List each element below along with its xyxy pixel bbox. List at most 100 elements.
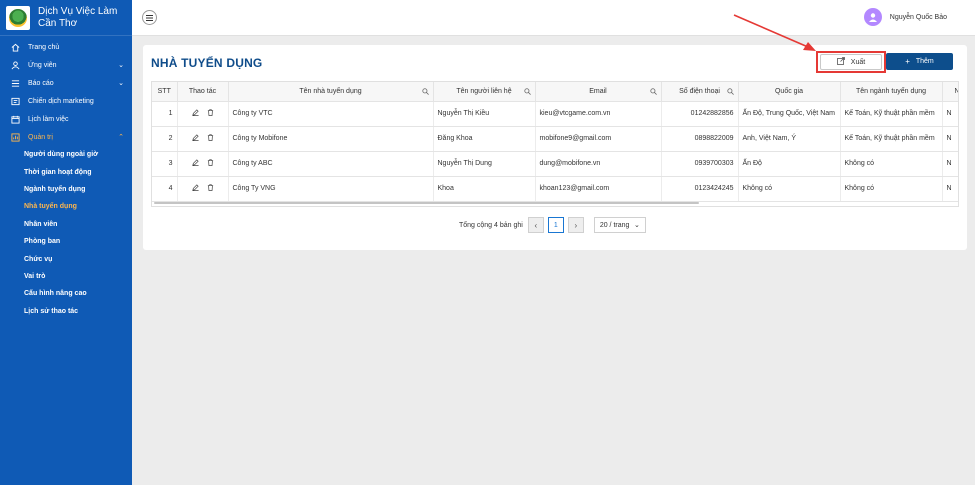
sidebar-sub-advanced-config[interactable]: Cấu hình nâng cao bbox=[0, 285, 132, 302]
cell-stt: 3 bbox=[152, 151, 178, 177]
sidebar-sub-departments[interactable]: Phòng ban bbox=[0, 233, 132, 250]
prev-page-button[interactable]: ‹ bbox=[527, 217, 544, 233]
sidebar-sub-staff[interactable]: Nhân viên bbox=[0, 216, 132, 233]
add-button[interactable]: + Thêm bbox=[886, 53, 953, 70]
col-header-country: Quốc gia bbox=[738, 82, 841, 102]
cell-email: kieu@vtcgame.com.vn bbox=[535, 101, 662, 127]
cell-contact-name: Khoa bbox=[433, 176, 536, 202]
cell-contact-name: Đăng Khoa bbox=[433, 126, 536, 152]
cell-country: Ấn Độ, Trung Quốc, Việt Nam bbox=[738, 101, 841, 127]
cell-country: Không có bbox=[738, 176, 841, 202]
col-header-contact-name[interactable]: Tên người liên hệ bbox=[433, 82, 536, 102]
col-header-industry: Tên ngành tuyển dụng bbox=[840, 82, 943, 102]
col-header-email[interactable]: Email bbox=[535, 82, 662, 102]
cell-stt: 2 bbox=[152, 126, 178, 152]
edit-icon[interactable] bbox=[191, 109, 199, 116]
pagination: Tổng cộng 4 bản ghi ‹ 1 › 20 / trang ⌄ bbox=[459, 217, 646, 233]
calendar-icon bbox=[10, 115, 20, 124]
chevron-down-icon: ⌄ bbox=[118, 62, 124, 69]
cell-country: Ấn Độ bbox=[738, 151, 841, 177]
sidebar-item-reports[interactable]: Báo cáo ⌄ bbox=[0, 74, 132, 92]
edit-icon[interactable] bbox=[191, 184, 199, 191]
cell-extra: N bbox=[942, 151, 958, 177]
cell-industry: Không có bbox=[840, 151, 943, 177]
cell-email: mobifone9@gmail.com bbox=[535, 126, 662, 152]
sidebar-sub-active-time[interactable]: Thời gian hoạt động bbox=[0, 163, 132, 180]
col-header-phone[interactable]: Số điện thoại bbox=[661, 82, 739, 102]
delete-icon[interactable] bbox=[207, 184, 214, 191]
chevron-up-icon: ⌃ bbox=[118, 134, 124, 141]
top-header: Nguyễn Quốc Bảo bbox=[132, 0, 975, 36]
logo bbox=[6, 5, 30, 30]
sidebar-sub-industries[interactable]: Ngành tuyển dụng bbox=[0, 181, 132, 198]
sidebar-item-candidates[interactable]: Ứng viên ⌄ bbox=[0, 56, 132, 74]
brand[interactable]: Dịch Vụ Việc Làm Cần Thơ bbox=[0, 0, 132, 36]
cell-extra: N bbox=[942, 126, 958, 152]
chevron-down-icon: ⌄ bbox=[118, 80, 124, 87]
plus-icon: + bbox=[905, 57, 910, 66]
cell-extra: N bbox=[942, 176, 958, 202]
cell-industry: Không có bbox=[840, 176, 943, 202]
search-icon bbox=[523, 88, 531, 95]
chevron-left-icon: ‹ bbox=[534, 220, 538, 230]
cell-contact-name: Nguyễn Thị Dung bbox=[433, 151, 536, 177]
table-row: 4 Công Ty VNG Khoa khoan123@gmail.com 01… bbox=[152, 176, 958, 202]
cell-employer-name: Công ty VTC bbox=[228, 101, 434, 127]
sidebar-item-home[interactable]: Trang chủ bbox=[0, 38, 132, 56]
list-icon bbox=[10, 79, 20, 88]
edit-icon[interactable] bbox=[191, 134, 199, 141]
table-header-row: STT Thao tác Tên nhà tuyển dụng Tên ngườ… bbox=[152, 82, 958, 102]
user-name: Nguyễn Quốc Bảo bbox=[889, 13, 947, 21]
sidebar: Dịch Vụ Việc Làm Cần Thơ Trang chủ Ứng v… bbox=[0, 0, 132, 485]
cell-contact-name: Nguyễn Thị Kiều bbox=[433, 101, 536, 127]
table-row: 3 Công ty ABC Nguyễn Thị Dung dung@mobif… bbox=[152, 151, 958, 177]
edit-icon[interactable] bbox=[191, 159, 199, 166]
cell-email: dung@mobifone.vn bbox=[535, 151, 662, 177]
next-page-button[interactable]: › bbox=[567, 217, 584, 233]
page-size-select[interactable]: 20 / trang ⌄ bbox=[593, 217, 646, 233]
export-button[interactable]: Xuất bbox=[820, 54, 882, 70]
sidebar-item-marketing[interactable]: Chiến dịch marketing bbox=[0, 92, 132, 110]
user-menu[interactable]: Nguyễn Quốc Bảo bbox=[863, 8, 947, 26]
col-header-stt: STT bbox=[152, 82, 178, 102]
home-icon bbox=[10, 43, 20, 52]
menu-toggle-icon[interactable] bbox=[142, 10, 157, 25]
sidebar-sub-positions[interactable]: Chức vụ bbox=[0, 250, 132, 267]
search-icon bbox=[421, 88, 429, 95]
delete-icon[interactable] bbox=[207, 109, 214, 116]
chevron-down-icon: ⌄ bbox=[633, 222, 640, 229]
sidebar-sub-overtime-users[interactable]: Người dùng ngoài giờ bbox=[0, 146, 132, 163]
sidebar-menu: Trang chủ Ứng viên ⌄ Báo cáo ⌄ Chiến dịc… bbox=[0, 36, 132, 320]
cell-country: Anh, Việt Nam, Ý bbox=[738, 126, 841, 152]
brand-line2: Cần Thơ bbox=[38, 17, 78, 29]
sidebar-sub-activity-log[interactable]: Lịch sử thao tác bbox=[0, 303, 132, 320]
col-header-actions: Thao tác bbox=[177, 82, 229, 102]
cell-employer-name: Công ty ABC bbox=[228, 151, 434, 177]
content-card: NHÀ TUYỂN DỤNG Xuất + Thêm STT Thao tác … bbox=[143, 45, 967, 250]
delete-icon[interactable] bbox=[207, 134, 214, 141]
cell-stt: 1 bbox=[152, 101, 178, 127]
cell-employer-name: Công Ty VNG bbox=[228, 176, 434, 202]
sidebar-sub-employers[interactable]: Nhà tuyển dụng bbox=[0, 198, 132, 215]
sidebar-item-admin[interactable]: Quản trị ⌃ bbox=[0, 128, 132, 146]
search-icon bbox=[649, 88, 657, 95]
sidebar-item-schedule[interactable]: Lịch làm việc bbox=[0, 110, 132, 128]
col-header-employer-name[interactable]: Tên nhà tuyển dụng bbox=[228, 82, 434, 102]
avatar bbox=[863, 8, 882, 26]
horizontal-scrollbar[interactable] bbox=[154, 202, 699, 204]
chevron-right-icon: › bbox=[574, 220, 578, 230]
cell-phone: 0939700303 bbox=[661, 151, 739, 177]
cell-phone: 01242882856 bbox=[661, 101, 739, 127]
cell-email: khoan123@gmail.com bbox=[535, 176, 662, 202]
campaign-icon bbox=[10, 97, 20, 106]
cell-actions bbox=[177, 151, 229, 177]
table-row: 2 Công ty Mobifone Đăng Khoa mobifone9@g… bbox=[152, 126, 958, 152]
cell-actions bbox=[177, 101, 229, 127]
cell-phone: 0898822009 bbox=[661, 126, 739, 152]
employer-table: STT Thao tác Tên nhà tuyển dụng Tên ngườ… bbox=[151, 81, 959, 207]
current-page-button[interactable]: 1 bbox=[547, 217, 564, 233]
sidebar-sub-roles[interactable]: Vai trò bbox=[0, 268, 132, 285]
cell-actions bbox=[177, 176, 229, 202]
total-records: Tổng cộng 4 bản ghi bbox=[459, 221, 523, 229]
delete-icon[interactable] bbox=[207, 159, 214, 166]
